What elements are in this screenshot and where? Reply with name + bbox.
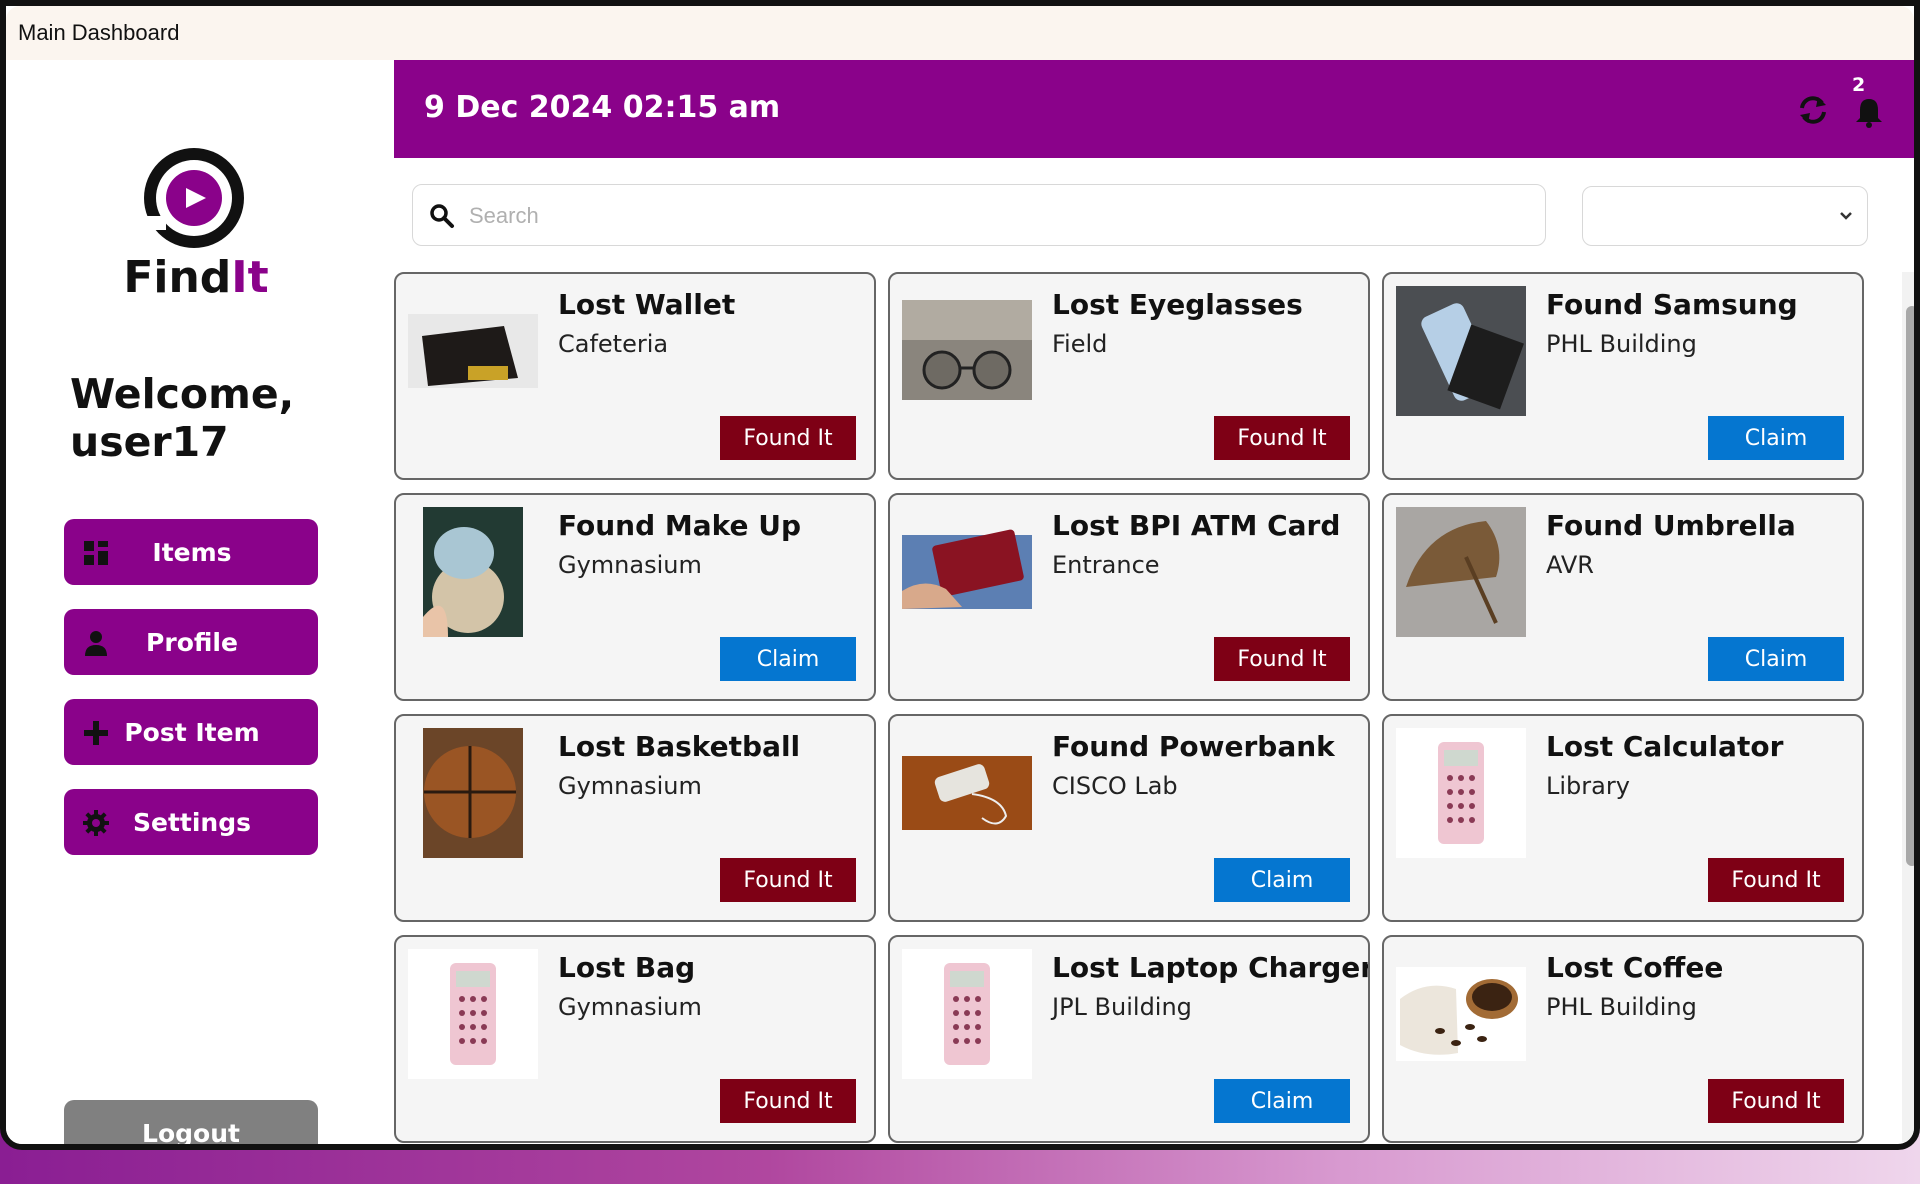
welcome-username: user17: [70, 418, 229, 466]
search-icon: [430, 204, 454, 228]
item-location: PHL Building: [1546, 993, 1697, 1021]
found-it-button[interactable]: Found It: [1708, 858, 1844, 902]
item-name: Found Make Up: [558, 509, 802, 542]
item-card[interactable]: Lost BPI ATM Card Entrance Found It: [888, 493, 1370, 701]
item-card[interactable]: Found Umbrella AVR Claim: [1382, 493, 1864, 701]
nav-profile-button[interactable]: Profile: [64, 609, 318, 675]
found-it-button[interactable]: Found It: [720, 1079, 856, 1123]
item-card[interactable]: Lost Eyeglasses Field Found It: [888, 272, 1370, 480]
window-title: Main Dashboard: [18, 20, 180, 45]
notification-badge: 2: [1852, 74, 1866, 96]
top-header: 9 Dec 2024 02:15 am 2: [394, 60, 1914, 158]
item-name: Lost Eyeglasses: [1052, 288, 1303, 321]
coffee-icon: [1396, 967, 1526, 1061]
chevron-down-icon: [1840, 212, 1852, 220]
title-bar: Main Dashboard: [6, 6, 1914, 60]
item-card[interactable]: Lost Wallet Cafeteria Found It: [394, 272, 876, 480]
search-bar[interactable]: [412, 184, 1546, 246]
welcome-message: Welcome, user17: [70, 370, 294, 466]
grid-icon: [84, 541, 108, 565]
eyeglasses-icon: [902, 300, 1032, 400]
item-location: PHL Building: [1546, 330, 1697, 358]
item-card[interactable]: Found Samsung PHL Building Claim: [1382, 272, 1864, 480]
found-it-button[interactable]: Found It: [720, 858, 856, 902]
found-it-button[interactable]: Found It: [1214, 416, 1350, 460]
item-card[interactable]: Lost Laptop Charger JPL Building Claim: [888, 935, 1370, 1143]
item-name: Lost Coffee: [1546, 951, 1724, 984]
wallet-icon: [408, 314, 538, 388]
item-card[interactable]: Lost Basketball Gymnasium Found It: [394, 714, 876, 922]
calculator-icon: [408, 949, 538, 1079]
calculator-icon: [1396, 728, 1526, 858]
compact-icon: [423, 507, 523, 637]
gear-icon: [83, 810, 109, 836]
welcome-greeting: Welcome,: [70, 370, 295, 418]
found-it-button[interactable]: Found It: [1708, 1079, 1844, 1123]
nav-post-item-button[interactable]: Post Item: [64, 699, 318, 765]
item-name: Lost Bag: [558, 951, 696, 984]
item-location: Gymnasium: [558, 993, 702, 1021]
item-card[interactable]: Lost Bag Gymnasium Found It: [394, 935, 876, 1143]
umbrella-icon: [1396, 507, 1526, 637]
card-icon: [902, 529, 1032, 609]
item-location: AVR: [1546, 551, 1594, 579]
item-name: Lost Calculator: [1546, 730, 1784, 763]
item-name: Found Umbrella: [1546, 509, 1796, 542]
item-location: Gymnasium: [558, 772, 702, 800]
claim-button[interactable]: Claim: [1214, 1079, 1350, 1123]
item-location: CISCO Lab: [1052, 772, 1178, 800]
item-card[interactable]: Lost Calculator Library Found It: [1382, 714, 1864, 922]
powerbank-icon: [902, 756, 1032, 830]
nav-profile-label: Profile: [146, 627, 238, 657]
sidebar: FindIt Welcome, user17 Items Profile Pos…: [6, 60, 394, 1144]
findit-logo: FindIt: [123, 148, 269, 302]
filter-dropdown[interactable]: [1582, 186, 1868, 246]
calculator-icon: [902, 949, 1032, 1079]
scrollbar-thumb[interactable]: [1906, 306, 1914, 866]
item-name: Lost Basketball: [558, 730, 801, 763]
current-datetime: 9 Dec 2024 02:15 am: [424, 90, 781, 125]
claim-button[interactable]: Claim: [720, 637, 856, 681]
item-card[interactable]: Found Powerbank CISCO Lab Claim: [888, 714, 1370, 922]
app-window: Main Dashboard FindIt Welcome, user17 It…: [0, 0, 1920, 1150]
refresh-icon[interactable]: [1796, 93, 1830, 127]
item-location: Cafeteria: [558, 330, 669, 358]
bell-icon[interactable]: [1854, 96, 1884, 128]
item-location: Gymnasium: [558, 551, 702, 579]
logout-button[interactable]: Logout: [64, 1100, 318, 1144]
svg-text:FindIt: FindIt: [123, 252, 268, 302]
basketball-icon: [423, 728, 523, 858]
item-name: Lost BPI ATM Card: [1052, 509, 1341, 542]
plus-icon: [84, 721, 108, 745]
item-name: Found Samsung: [1546, 288, 1798, 321]
item-location: Library: [1546, 772, 1630, 800]
nav-post-item-label: Post Item: [124, 717, 260, 747]
user-icon: [85, 631, 107, 656]
item-name: Found Powerbank: [1052, 730, 1335, 763]
claim-button[interactable]: Claim: [1708, 637, 1844, 681]
found-it-button[interactable]: Found It: [720, 416, 856, 460]
item-location: Entrance: [1052, 551, 1160, 579]
item-location: Field: [1052, 330, 1108, 358]
found-it-button[interactable]: Found It: [1214, 637, 1350, 681]
nav-settings-label: Settings: [132, 807, 251, 837]
nav-items-label: Items: [152, 537, 232, 567]
claim-button[interactable]: Claim: [1214, 858, 1350, 902]
item-card[interactable]: Lost Coffee PHL Building Found It: [1382, 935, 1864, 1143]
claim-button[interactable]: Claim: [1708, 416, 1844, 460]
item-location: JPL Building: [1052, 993, 1192, 1021]
nav-items-button[interactable]: Items: [64, 519, 318, 585]
nav-settings-button[interactable]: Settings: [64, 789, 318, 855]
item-name: Lost Laptop Charger: [1052, 951, 1370, 984]
phone-icon: [1396, 286, 1526, 416]
item-card[interactable]: Found Make Up Gymnasium Claim: [394, 493, 876, 701]
item-name: Lost Wallet: [558, 288, 736, 321]
search-input[interactable]: [469, 193, 1529, 239]
